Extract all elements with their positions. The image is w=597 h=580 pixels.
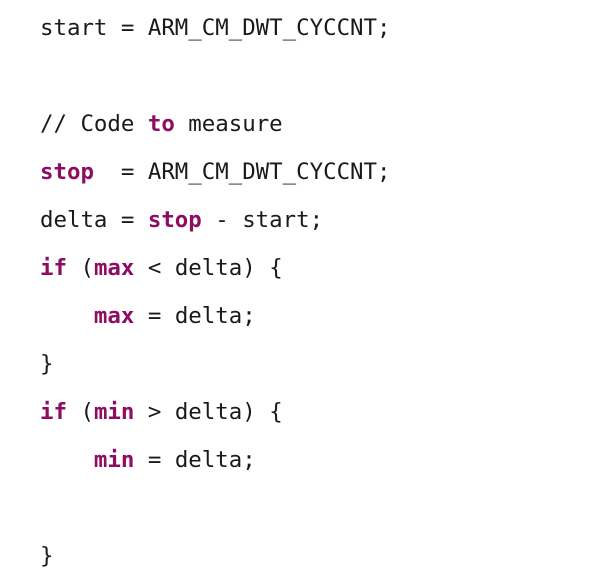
- code-token-keyword: stop: [147, 207, 202, 233]
- code-token-comment: // Code: [40, 111, 148, 137]
- code-token-plain: (: [66, 255, 94, 281]
- code-line: max = delta;: [40, 292, 597, 340]
- code-token-plain: delta =: [40, 207, 148, 233]
- code-line: stop = ARM_CM_DWT_CYCCNT;: [40, 148, 597, 196]
- code-line: start = ARM_CM_DWT_CYCCNT;: [40, 4, 597, 52]
- code-token-keyword: to: [147, 111, 175, 137]
- code-token-keyword: min: [93, 399, 135, 425]
- code-line: if (max < delta) {: [40, 244, 597, 292]
- code-token-keyword: max: [93, 255, 135, 281]
- code-token-plain: = delta;: [134, 447, 256, 473]
- code-token-plain: = delta;: [134, 303, 256, 329]
- code-token-keyword: if: [40, 399, 67, 425]
- code-token-keyword: if: [40, 255, 67, 281]
- code-token-plain: (: [66, 399, 94, 425]
- code-line: min = delta;: [40, 436, 597, 484]
- code-token-plain: - start;: [201, 207, 324, 233]
- code-token-plain: start = ARM_CM_DWT_CYCCNT;: [40, 15, 391, 41]
- code-token-comment: measure: [174, 111, 283, 137]
- code-line: }: [40, 532, 597, 580]
- code-token-plain: }: [40, 351, 54, 377]
- code-token-plain: > delta) {: [134, 399, 283, 425]
- code-line: if (min > delta) {: [40, 388, 597, 436]
- code-token-plain: < delta) {: [134, 255, 283, 281]
- code-token-keyword: max: [93, 303, 135, 329]
- code-line: // Code to measure: [40, 100, 597, 148]
- code-line: }: [40, 340, 597, 388]
- code-token-keyword: min: [93, 447, 135, 473]
- code-token-plain: }: [40, 543, 54, 569]
- code-block: start = ARM_CM_DWT_CYCCNT; // Code to me…: [0, 0, 597, 569]
- code-token-plain: = ARM_CM_DWT_CYCCNT;: [93, 159, 391, 185]
- code-token-keyword: stop: [40, 159, 94, 185]
- code-line: delta = stop - start;: [40, 196, 597, 244]
